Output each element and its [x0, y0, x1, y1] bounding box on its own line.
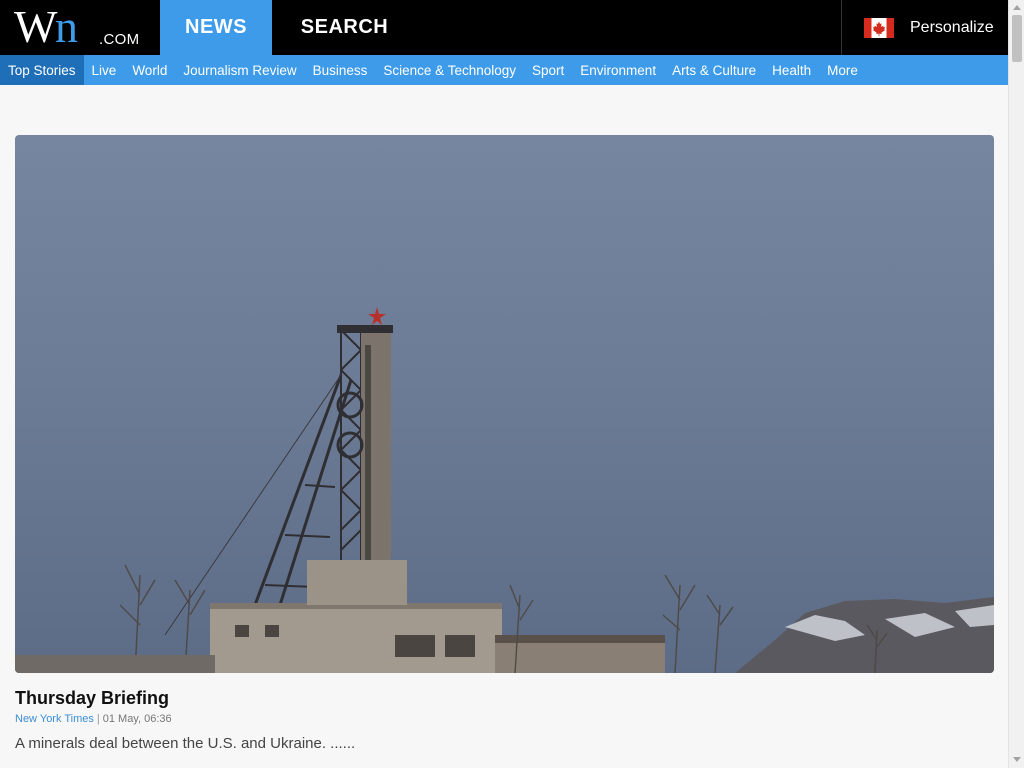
nav-item-health[interactable]: Health: [764, 55, 819, 85]
tab-news[interactable]: NEWS: [160, 0, 272, 55]
logo-letter-n: n: [55, 1, 78, 52]
article-source[interactable]: New York Times: [15, 713, 94, 725]
canada-flag-icon: [864, 17, 894, 38]
logo-com: .COM: [99, 31, 140, 48]
article-headline[interactable]: Thursday Briefing: [15, 688, 169, 709]
logo-letter-w: W: [14, 1, 57, 52]
personalize-button[interactable]: Personalize: [841, 0, 1008, 55]
article-meta: New York Times | 01 May, 06:36: [15, 713, 172, 725]
category-nav: Top Stories Live World Journalism Review…: [0, 55, 1008, 85]
article-hero-image[interactable]: [15, 135, 994, 673]
meta-separator: |: [96, 713, 100, 725]
nav-item-environment[interactable]: Environment: [572, 55, 664, 85]
scrollbar-thumb[interactable]: [1012, 15, 1022, 62]
nav-item-business[interactable]: Business: [305, 55, 376, 85]
tab-search[interactable]: SEARCH: [272, 0, 417, 55]
nav-item-sport[interactable]: Sport: [524, 55, 572, 85]
nav-item-arts-culture[interactable]: Arts & Culture: [664, 55, 764, 85]
scroll-up-arrow-icon[interactable]: [1013, 5, 1021, 10]
nav-item-top-stories[interactable]: Top Stories: [0, 55, 84, 85]
nav-item-world[interactable]: World: [124, 55, 175, 85]
page-scrollbar[interactable]: [1008, 0, 1024, 768]
wn-logo[interactable]: W n .COM: [0, 0, 160, 55]
nav-item-live[interactable]: Live: [84, 55, 125, 85]
nav-item-more[interactable]: More: [819, 55, 866, 85]
nav-item-journalism-review[interactable]: Journalism Review: [175, 55, 304, 85]
personalize-label: Personalize: [910, 18, 994, 36]
article-timestamp: 01 May, 06:36: [102, 713, 172, 725]
top-bar: W n .COM NEWS SEARCH Personalize: [0, 0, 1008, 55]
article-summary: A minerals deal between the U.S. and Ukr…: [15, 735, 356, 752]
nav-item-science-technology[interactable]: Science & Technology: [375, 55, 524, 85]
scroll-down-arrow-icon[interactable]: [1013, 757, 1021, 762]
